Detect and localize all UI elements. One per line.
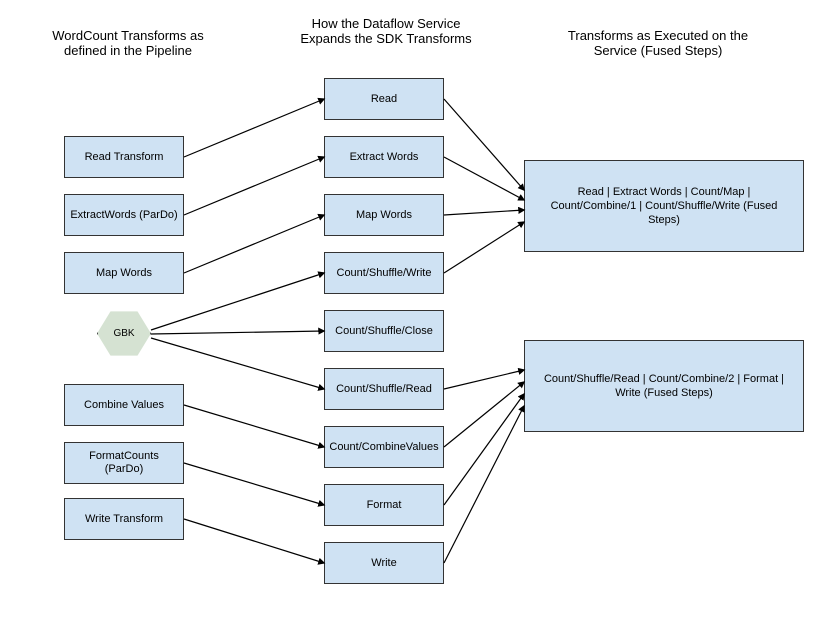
col-c-title: Transforms as Executed on the Service (F… [548, 28, 768, 58]
node-b-write: Write [324, 542, 444, 584]
diagram-canvas: WordCount Transforms as defined in the P… [0, 0, 839, 620]
node-b-map: Map Words [324, 194, 444, 236]
col-b-title: How the Dataflow Service Expands the SDK… [286, 16, 486, 46]
node-b-format: Format [324, 484, 444, 526]
node-read-transform: Read Transform [64, 136, 184, 178]
node-format-counts-pardo: FormatCounts (ParDo) [64, 442, 184, 484]
node-b-read: Read [324, 78, 444, 120]
col-a-title: WordCount Transforms as defined in the P… [48, 28, 208, 58]
node-c-fused2: Count/Shuffle/Read | Count/Combine/2 | F… [524, 340, 804, 432]
node-write-transform: Write Transform [64, 498, 184, 540]
node-b-cshw: Count/Shuffle/Write [324, 252, 444, 294]
node-combine-values: Combine Values [64, 384, 184, 426]
node-b-ccv: Count/CombineValues [324, 426, 444, 468]
node-c-fused1: Read | Extract Words | Count/Map | Count… [524, 160, 804, 252]
node-b-cshc: Count/Shuffle/Close [324, 310, 444, 352]
node-extract-words-pardo: ExtractWords (ParDo) [64, 194, 184, 236]
node-b-cshr: Count/Shuffle/Read [324, 368, 444, 410]
node-map-words-a: Map Words [64, 252, 184, 294]
node-b-extract: Extract Words [324, 136, 444, 178]
node-gbk-hex: GBK [97, 310, 151, 357]
